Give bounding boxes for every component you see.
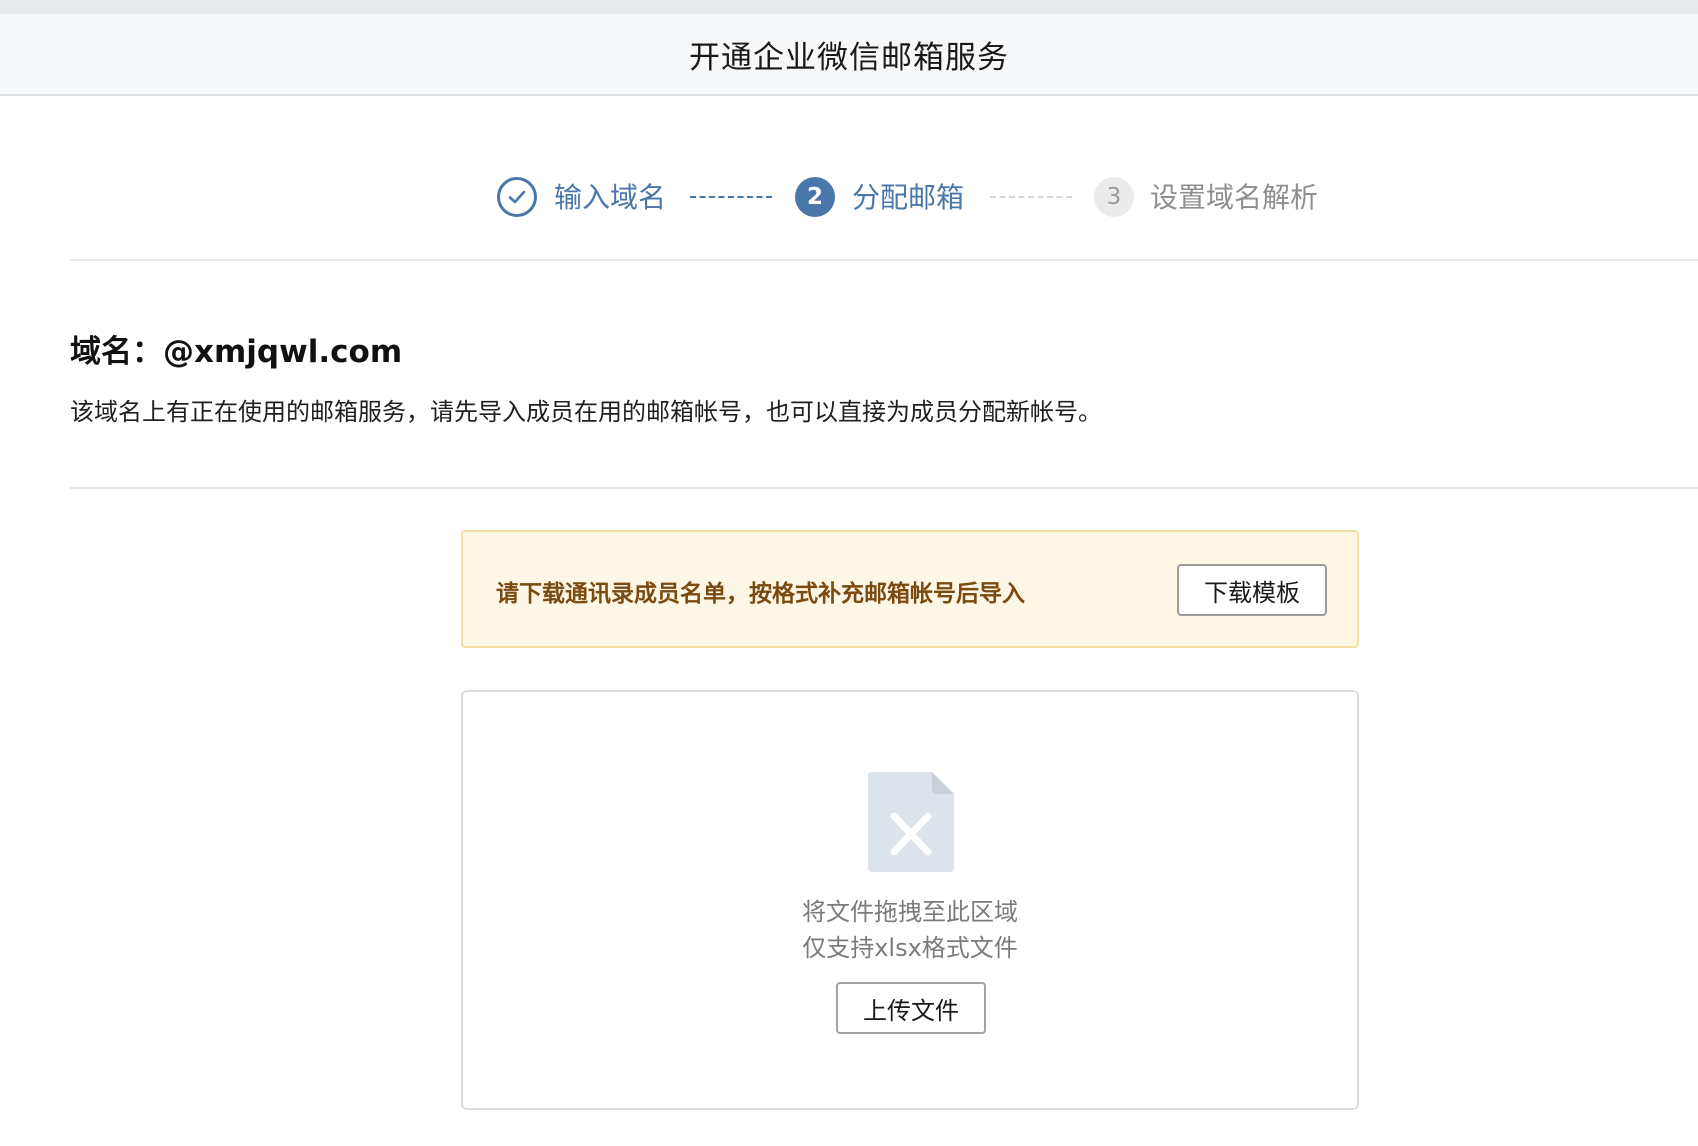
step-label-input-domain: 输入域名 [554, 181, 667, 214]
step-number-2: 2 [795, 177, 835, 217]
excel-file-icon [868, 772, 954, 872]
step-label-dns-settings: 设置域名解析 [1150, 181, 1319, 214]
page-header: 开通企业微信邮箱服务 [0, 14, 1698, 96]
file-drop-zone[interactable]: 将文件拖拽至此区域 仅支持xlsx格式文件 上传文件 [461, 690, 1359, 1110]
template-notice: 请下载通讯录成员名单，按格式补充邮箱帐号后导入 下载模板 [461, 530, 1359, 648]
domain-label: 域名： [70, 334, 163, 370]
notice-text: 请下载通讯录成员名单，按格式补充邮箱帐号后导入 [496, 581, 1025, 607]
format-hint: 仅支持xlsx格式文件 [802, 934, 1018, 962]
check-circle-icon [497, 177, 537, 217]
upload-file-button[interactable]: 上传文件 [836, 982, 986, 1034]
domain-description: 该域名上有正在使用的邮箱服务，请先导入成员在用的邮箱帐号，也可以直接为成员分配新… [70, 398, 1102, 426]
download-template-button[interactable]: 下载模板 [1177, 564, 1327, 616]
step-connector-1 [690, 196, 772, 198]
check-mark-icon [508, 190, 526, 204]
section-divider [70, 487, 1698, 489]
section-divider [70, 259, 1698, 261]
step-connector-2 [990, 196, 1072, 198]
domain-heading: 域名：@xmjqwl.com [70, 326, 402, 371]
window-top-strip [0, 0, 1698, 14]
page-title: 开通企业微信邮箱服务 [689, 39, 1009, 76]
domain-value: @xmjqwl.com [163, 334, 403, 370]
step-progress: 输入域名 2 分配邮箱 3 设置域名解析 [0, 176, 1698, 220]
drag-hint: 将文件拖拽至此区域 [802, 898, 1018, 926]
step-number-3: 3 [1094, 177, 1134, 217]
step-label-assign-mailbox: 分配邮箱 [852, 181, 965, 214]
